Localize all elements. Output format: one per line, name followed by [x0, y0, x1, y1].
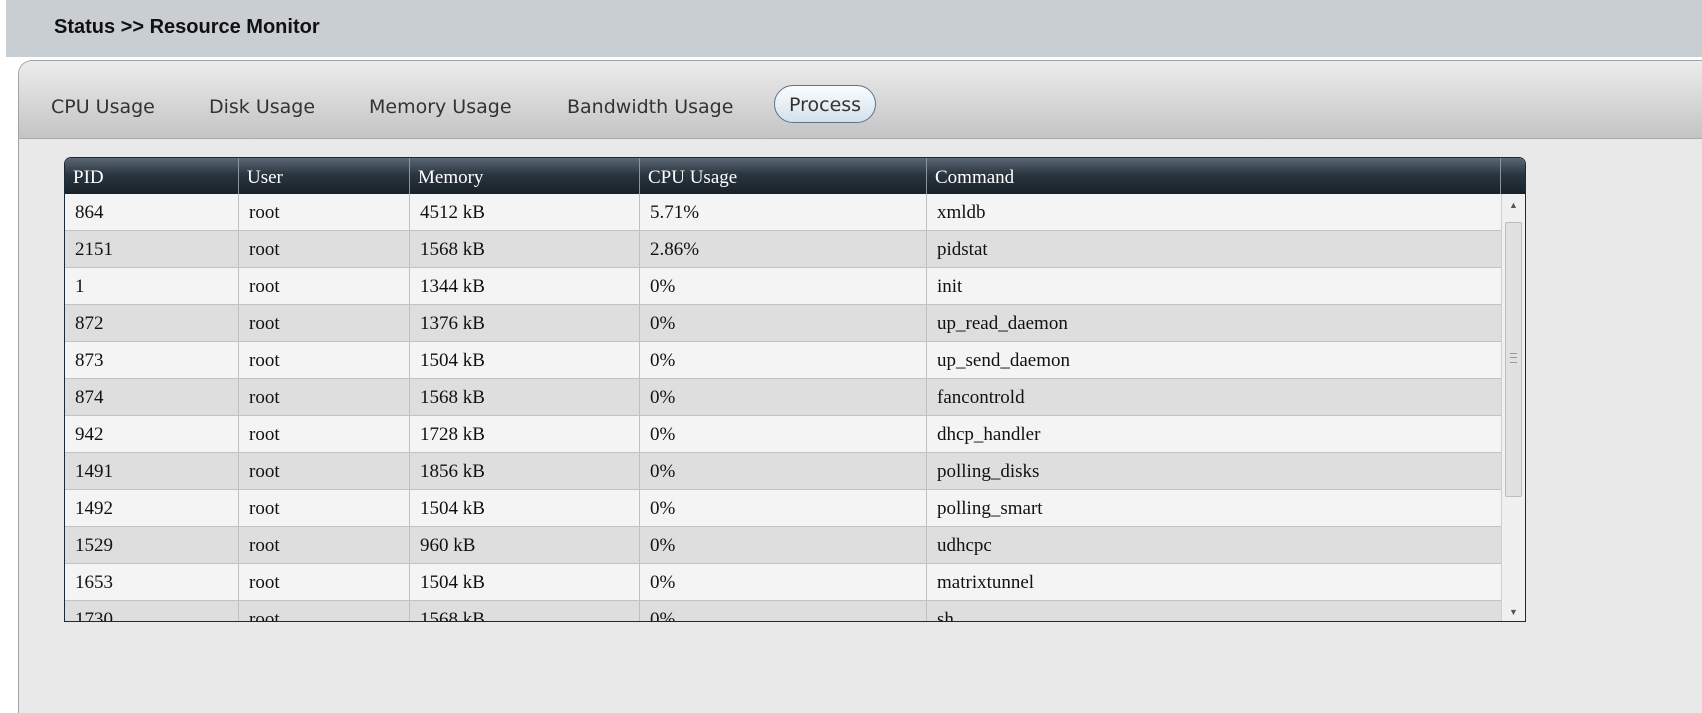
- cell-user: root: [239, 379, 410, 415]
- cell-pid: 864: [65, 194, 239, 230]
- page-left-edge: [0, 0, 6, 713]
- table-row[interactable]: 1653 root 1504 kB 0% matrixtunnel: [65, 564, 1501, 601]
- table-row[interactable]: 1529 root 960 kB 0% udhcpc: [65, 527, 1501, 564]
- cell-memory: 1504 kB: [410, 564, 640, 600]
- cell-memory: 1344 kB: [410, 268, 640, 304]
- scroll-down-icon[interactable]: ▼: [1502, 601, 1525, 621]
- cell-cpu-usage: 0%: [640, 268, 927, 304]
- cell-command: init: [937, 276, 963, 297]
- cell-user: root: [239, 564, 410, 600]
- table-row[interactable]: 872 root 1376 kB 0% up_read_daemon: [65, 305, 1501, 342]
- cell-cpu-usage: 0%: [640, 305, 927, 341]
- table-row[interactable]: 1730 root 1568 kB 0% sh: [65, 601, 1501, 622]
- page-title: Status >> Resource Monitor: [54, 16, 320, 38]
- cell-memory: 960 kB: [410, 527, 640, 563]
- table-body: 864 root 4512 kB 5.71% xmldb 2151 root 1568 kB 2…: [65, 194, 1501, 622]
- cell-pid: 1492: [65, 490, 239, 526]
- cell-user: root: [239, 416, 410, 452]
- cell-memory: 4512 kB: [410, 194, 640, 230]
- cell-user: root: [239, 194, 410, 230]
- tab-process[interactable]: Process: [774, 85, 877, 123]
- cell-cpu-usage: 0%: [640, 601, 927, 621]
- column-header-memory[interactable]: Memory: [410, 158, 640, 194]
- cell-memory: 1504 kB: [410, 342, 640, 378]
- cell-pid: 1529: [65, 527, 239, 563]
- cell-command: sh: [937, 609, 954, 622]
- cell-command: up_read_daemon: [937, 313, 1068, 334]
- table-row[interactable]: 1491 root 1856 kB 0% polling_disks: [65, 453, 1501, 490]
- cell-command: pidstat: [937, 239, 988, 260]
- cell-cpu-usage: 0%: [640, 379, 927, 415]
- scrollbar-thumb[interactable]: [1505, 222, 1522, 497]
- cell-memory: 1728 kB: [410, 416, 640, 452]
- table-row[interactable]: 1 root 1344 kB 0% init: [65, 268, 1501, 305]
- cell-user: root: [239, 305, 410, 341]
- cell-command: polling_disks: [937, 461, 1040, 482]
- cell-cpu-usage: 2.86%: [640, 231, 927, 267]
- cell-user: root: [239, 268, 410, 304]
- cell-pid: 873: [65, 342, 239, 378]
- cell-command: polling_smart: [937, 498, 1043, 519]
- cell-memory: 1568 kB: [410, 601, 640, 621]
- process-table: PID User Memory CPU Usage Command 864 roo…: [64, 157, 1526, 622]
- table-row[interactable]: 1492 root 1504 kB 0% polling_smart: [65, 490, 1501, 527]
- cell-user: root: [239, 453, 410, 489]
- table-row[interactable]: 873 root 1504 kB 0% up_send_daemon: [65, 342, 1501, 379]
- cell-cpu-usage: 5.71%: [640, 194, 927, 230]
- cell-pid: 942: [65, 416, 239, 452]
- cell-user: root: [239, 342, 410, 378]
- cell-memory: 1376 kB: [410, 305, 640, 341]
- cell-cpu-usage: 0%: [640, 564, 927, 600]
- cell-pid: 1491: [65, 453, 239, 489]
- cell-user: root: [239, 527, 410, 563]
- table-row[interactable]: 864 root 4512 kB 5.71% xmldb: [65, 194, 1501, 231]
- grip-lines-icon: [1510, 353, 1517, 363]
- cell-pid: 872: [65, 305, 239, 341]
- table-row[interactable]: 2151 root 1568 kB 2.86% pidstat: [65, 231, 1501, 268]
- tab-memory-usage[interactable]: Memory Usage: [369, 96, 512, 118]
- cell-command: dhcp_handler: [937, 424, 1041, 445]
- cell-cpu-usage: 0%: [640, 490, 927, 526]
- cell-command: xmldb: [937, 202, 986, 223]
- cell-pid: 1730: [65, 601, 239, 621]
- tab-cpu-usage[interactable]: CPU Usage: [51, 96, 155, 118]
- cell-pid: 1653: [65, 564, 239, 600]
- cell-pid: 2151: [65, 231, 239, 267]
- cell-memory: 1568 kB: [410, 231, 640, 267]
- table-scrollbar[interactable]: ▲ ▼: [1501, 194, 1525, 621]
- table-row[interactable]: 942 root 1728 kB 0% dhcp_handler: [65, 416, 1501, 453]
- cell-pid: 1: [65, 268, 239, 304]
- cell-command: matrixtunnel: [937, 572, 1035, 593]
- cell-pid: 874: [65, 379, 239, 415]
- cell-cpu-usage: 0%: [640, 453, 927, 489]
- cell-memory: 1568 kB: [410, 379, 640, 415]
- column-header-cpu-usage[interactable]: CPU Usage: [640, 158, 927, 194]
- cell-command: up_send_daemon: [937, 350, 1070, 371]
- column-header-user[interactable]: User: [239, 158, 410, 194]
- cell-user: root: [239, 231, 410, 267]
- cell-memory: 1504 kB: [410, 490, 640, 526]
- cell-command: fancontrold: [937, 387, 1025, 408]
- table-header: PID User Memory CPU Usage Command: [65, 158, 1525, 194]
- cell-cpu-usage: 0%: [640, 416, 927, 452]
- cell-memory: 1856 kB: [410, 453, 640, 489]
- column-header-pid[interactable]: PID: [65, 158, 239, 194]
- cell-user: root: [239, 601, 410, 621]
- cell-cpu-usage: 0%: [640, 527, 927, 563]
- scroll-up-icon[interactable]: ▲: [1502, 194, 1525, 216]
- page-header: Status >> Resource Monitor: [6, 0, 1702, 57]
- tab-disk-usage[interactable]: Disk Usage: [209, 96, 315, 118]
- tab-bandwidth-usage[interactable]: Bandwidth Usage: [567, 96, 733, 118]
- cell-cpu-usage: 0%: [640, 342, 927, 378]
- cell-user: root: [239, 490, 410, 526]
- cell-command: udhcpc: [937, 535, 992, 556]
- tab-bar: CPU Usage Disk Usage Memory Usage Bandwi…: [19, 61, 1702, 139]
- table-row[interactable]: 874 root 1568 kB 0% fancontrold: [65, 379, 1501, 416]
- column-header-command[interactable]: Command: [927, 158, 1501, 194]
